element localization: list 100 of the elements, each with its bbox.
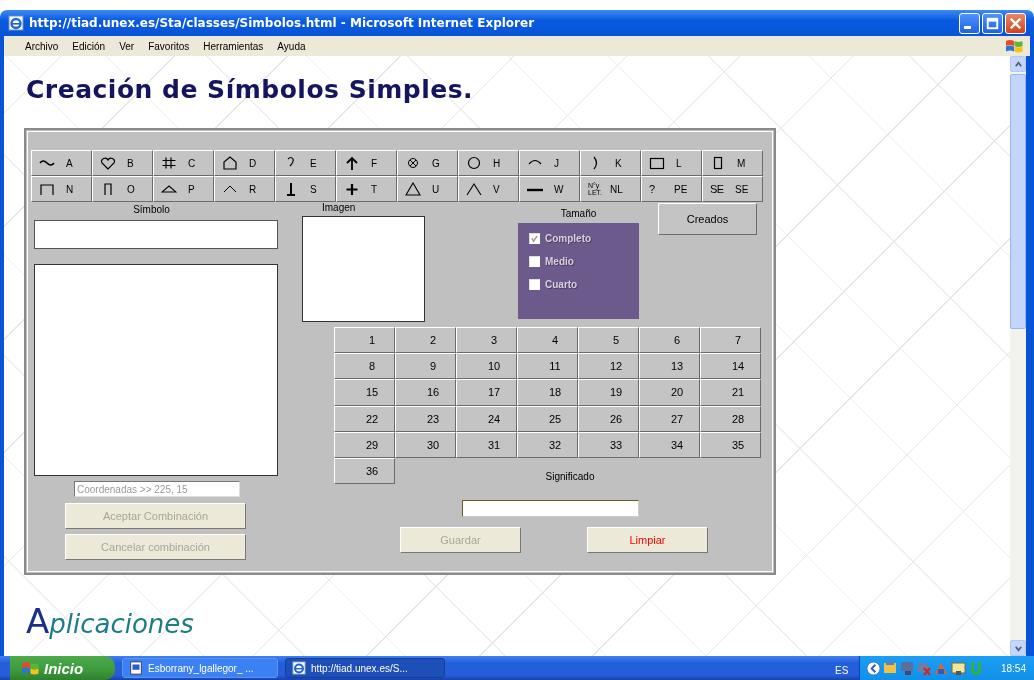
scroll-thumb[interactable]: [1010, 74, 1026, 329]
number-button[interactable]: 3: [456, 327, 517, 354]
number-button[interactable]: 34: [639, 431, 700, 458]
symbol-button[interactable]: R: [214, 176, 275, 202]
symbol-button[interactable]: B: [92, 150, 153, 176]
symbol-button[interactable]: D: [214, 150, 275, 176]
number-button[interactable]: 9: [395, 353, 456, 380]
menu-item[interactable]: Herramientas: [196, 40, 271, 52]
symbol-button[interactable]: A: [31, 150, 92, 176]
number-button[interactable]: 1: [334, 327, 395, 354]
number-button[interactable]: 2: [395, 327, 456, 354]
number-button[interactable]: 27: [639, 405, 700, 432]
number-button[interactable]: 21: [700, 379, 761, 406]
number-button[interactable]: 25: [517, 405, 578, 432]
start-button[interactable]: Inicio: [10, 656, 115, 680]
symbol-button[interactable]: T: [336, 176, 397, 202]
menu-item[interactable]: Ayuda: [270, 40, 313, 52]
scroll-up-button[interactable]: [1010, 56, 1026, 72]
symbol-button[interactable]: P: [153, 176, 214, 202]
number-button[interactable]: 29: [334, 431, 395, 458]
symbol-letter: NL: [610, 183, 623, 195]
scroll-down-button[interactable]: [1010, 640, 1026, 656]
menu-item[interactable]: Archivo: [18, 40, 66, 52]
symbol-letter: A: [66, 157, 73, 169]
number-button[interactable]: 6: [639, 327, 700, 354]
created-button[interactable]: Creados: [658, 203, 757, 235]
menu-item[interactable]: Favoritos: [141, 40, 197, 52]
number-button[interactable]: 5: [578, 327, 639, 354]
checkbox[interactable]: [529, 256, 540, 267]
symbol-letter: J: [554, 157, 559, 169]
symbol-letter: L: [676, 157, 682, 169]
symbol-button[interactable]: K: [580, 150, 641, 176]
number-button[interactable]: 10: [456, 353, 517, 380]
number-button[interactable]: 30: [395, 431, 456, 458]
number-button[interactable]: 20: [639, 379, 700, 406]
menu-item[interactable]: Ver: [112, 40, 142, 52]
number-button[interactable]: 36: [334, 457, 395, 485]
number-button[interactable]: 32: [517, 431, 578, 458]
symbol-button[interactable]: ? PE: [641, 176, 702, 202]
number-button[interactable]: 26: [578, 405, 639, 432]
symbol-letter: N: [66, 183, 74, 195]
symbol-letter: E: [310, 157, 317, 169]
symbol-letter: C: [188, 157, 196, 169]
number-button[interactable]: 7: [700, 327, 761, 354]
symbol-letter: W: [554, 183, 564, 195]
symbol-button[interactable]: S: [275, 176, 336, 202]
number-button[interactable]: 14: [700, 353, 761, 380]
symbol-letter: G: [432, 157, 440, 169]
minimize-icon: [964, 25, 971, 29]
symbol-button[interactable]: V: [458, 176, 519, 202]
number-button[interactable]: 12: [578, 353, 639, 380]
minimize-button[interactable]: [959, 12, 980, 34]
number-button[interactable]: 13: [639, 353, 700, 380]
symbol-button[interactable]: U: [397, 176, 458, 202]
maximize-button[interactable]: [982, 12, 1003, 34]
number-button[interactable]: 4: [517, 327, 578, 354]
close-button[interactable]: [1005, 12, 1026, 34]
language-indicator[interactable]: ES: [834, 664, 849, 676]
symbol-button[interactable]: H: [458, 150, 519, 176]
menu-item[interactable]: Edición: [65, 40, 113, 52]
number-button[interactable]: 23: [395, 405, 456, 432]
checkbox[interactable]: [529, 279, 540, 290]
symbol-button[interactable]: J: [519, 150, 580, 176]
taskbar-button[interactable]: Esborrany_lgallegor_ ...: [122, 658, 278, 678]
chevron-icon[interactable]: [865, 660, 881, 676]
number-button[interactable]: 28: [700, 405, 761, 432]
number-button[interactable]: 33: [578, 431, 639, 458]
symbol-button[interactable]: M: [702, 150, 763, 176]
section-heading: Aplicaciones: [26, 601, 194, 643]
number-button[interactable]: 8: [334, 353, 395, 380]
number-button[interactable]: 15: [334, 379, 395, 406]
symbol-button[interactable]: N: [31, 176, 92, 202]
symbol-button[interactable]: G: [397, 150, 458, 176]
checkbox-label: Medio: [545, 256, 574, 267]
number-button[interactable]: 16: [395, 379, 456, 406]
symbol-field[interactable]: [34, 220, 278, 249]
number-button[interactable]: 31: [456, 431, 517, 458]
symbol-button[interactable]: SE SE: [702, 176, 763, 202]
number-button[interactable]: 35: [700, 431, 761, 458]
number-button[interactable]: 18: [517, 379, 578, 406]
number-button[interactable]: 17: [456, 379, 517, 406]
vertical-scrollbar[interactable]: [1010, 56, 1026, 656]
symbol-glyph: ?: [649, 183, 656, 195]
symbol-button[interactable]: C: [153, 150, 214, 176]
taskbar-button[interactable]: http://tiad.unex.es/S...: [285, 658, 445, 678]
number-button[interactable]: 24: [456, 405, 517, 432]
symbol-button[interactable]: W: [519, 176, 580, 202]
symbol-button[interactable]: O: [92, 176, 153, 202]
number-button[interactable]: 11: [517, 353, 578, 380]
number-button[interactable]: 19: [578, 379, 639, 406]
up-arrow-icon: [344, 156, 360, 170]
symbol-button[interactable]: E: [275, 150, 336, 176]
flag-icon: [20, 660, 40, 676]
checkbox[interactable]: [529, 233, 540, 244]
meaning-field[interactable]: [462, 500, 639, 518]
symbol-button[interactable]: L: [641, 150, 702, 176]
number-button[interactable]: 22: [334, 405, 395, 432]
symbol-button[interactable]: F: [336, 150, 397, 176]
hash-icon: [161, 156, 177, 170]
symbol-letter: R: [249, 183, 257, 195]
